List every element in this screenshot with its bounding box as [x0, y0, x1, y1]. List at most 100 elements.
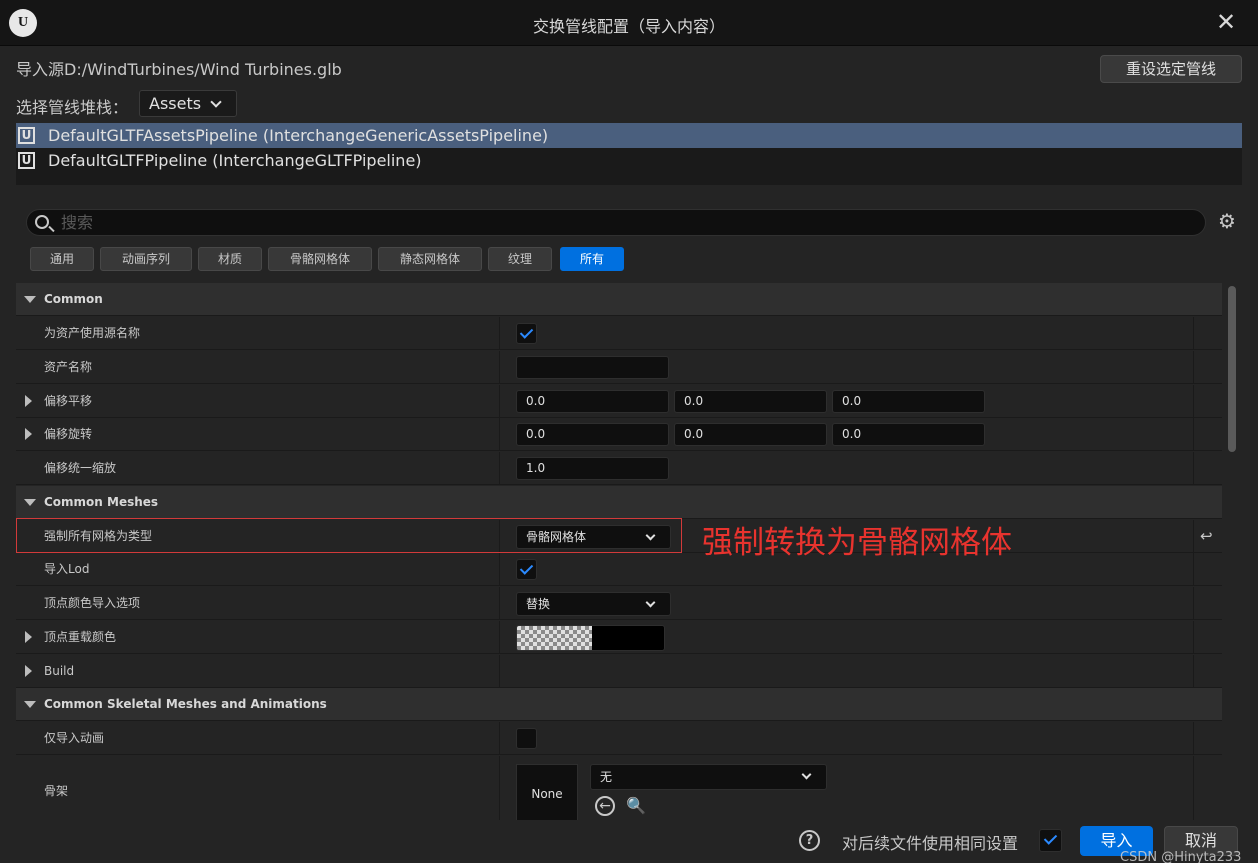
- collapse-icon: [24, 499, 36, 506]
- rotation-y-field[interactable]: 0.0: [674, 423, 827, 446]
- chevron-down-icon: [645, 530, 656, 541]
- expand-icon: [25, 665, 32, 677]
- annotation-text: 强制转换为骨骼网格体: [702, 525, 1012, 561]
- alpha-checker: [517, 626, 592, 650]
- vertex-color-option-select[interactable]: 替换: [516, 592, 671, 616]
- pipeline-item-gltf[interactable]: U DefaultGLTFPipeline (InterchangeGLTFPi…: [16, 148, 1242, 173]
- chevron-down-icon: [210, 96, 222, 108]
- import-source-label: 导入源D:/WindTurbines/Wind Turbines.glb: [16, 60, 342, 79]
- property-label: Build: [44, 664, 75, 678]
- force-mesh-type-select[interactable]: 骨骼网格体: [516, 525, 671, 549]
- unreal-icon: U: [18, 152, 35, 169]
- property-label: 顶点颜色导入选项: [44, 596, 141, 610]
- same-settings-label: 对后续文件使用相同设置: [842, 834, 1019, 853]
- filter-general[interactable]: 通用: [30, 247, 94, 271]
- category-label: Common Skeletal Meshes and Animations: [44, 697, 327, 711]
- property-label: 偏移统一缩放: [44, 461, 117, 475]
- pipeline-stack-select[interactable]: Assets: [139, 90, 237, 117]
- pipeline-item-assets[interactable]: U DefaultGLTFAssetsPipeline (Interchange…: [16, 123, 1242, 148]
- property-offset-rotation[interactable]: 偏移旋转 0.0 0.0 0.0: [16, 418, 1222, 451]
- property-build[interactable]: Build: [16, 655, 1222, 688]
- search-input[interactable]: [61, 210, 1161, 235]
- property-offset-translation[interactable]: 偏移平移 0.0 0.0 0.0: [16, 385, 1222, 418]
- filter-material[interactable]: 材质: [198, 247, 262, 271]
- check-icon: [1043, 831, 1058, 845]
- property-asset-name: 资产名称: [16, 351, 1222, 384]
- chevron-down-icon: [801, 769, 812, 780]
- translation-z-field[interactable]: 0.0: [832, 390, 985, 413]
- import-only-animations-checkbox[interactable]: [516, 728, 537, 749]
- search-icon: [35, 215, 49, 229]
- property-import-lod: 导入Lod: [16, 553, 1222, 586]
- property-offset-uniform-scale: 偏移统一缩放 1.0: [16, 452, 1222, 485]
- skeleton-thumbnail[interactable]: None: [516, 764, 578, 820]
- use-selected-asset-icon[interactable]: ←: [595, 796, 615, 816]
- reset-to-default-icon[interactable]: ↩: [1200, 529, 1213, 544]
- property-label: 导入Lod: [44, 562, 90, 576]
- search-bar: [26, 209, 1206, 236]
- category-common-skeletal[interactable]: Common Skeletal Meshes and Animations: [16, 688, 1222, 721]
- filter-anim-sequence[interactable]: 动画序列: [100, 247, 192, 271]
- check-icon: [519, 325, 534, 339]
- filter-static-mesh[interactable]: 静态网格体: [378, 247, 482, 271]
- skeleton-select[interactable]: 无: [590, 764, 827, 790]
- reset-selected-pipeline-button[interactable]: 重设选定管线: [1100, 55, 1242, 83]
- check-icon: [519, 561, 534, 575]
- uniform-scale-field[interactable]: 1.0: [516, 457, 669, 480]
- collapse-icon: [24, 296, 36, 303]
- pipeline-list: U DefaultGLTFAssetsPipeline (Interchange…: [16, 123, 1242, 185]
- rotation-z-field[interactable]: 0.0: [832, 423, 985, 446]
- expand-icon: [25, 631, 32, 643]
- use-source-name-checkbox[interactable]: [516, 323, 537, 344]
- vertex-color-option-value: 替换: [526, 597, 551, 611]
- watermark: CSDN @Hinyta233: [1120, 850, 1242, 863]
- scrollbar-thumb[interactable]: [1228, 286, 1236, 452]
- property-label: 为资产使用源名称: [44, 326, 141, 340]
- property-label: 顶点重载颜色: [44, 630, 117, 644]
- translation-y-field[interactable]: 0.0: [674, 390, 827, 413]
- pipeline-item-label: DefaultGLTFPipeline (InterchangeGLTFPipe…: [48, 151, 422, 170]
- property-vertex-color-option: 顶点颜色导入选项 替换: [16, 587, 1222, 620]
- browse-asset-icon[interactable]: 🔍: [626, 796, 646, 816]
- collapse-icon: [24, 701, 36, 708]
- property-skeleton: 骨架 None 无 ← 🔍: [16, 756, 1222, 820]
- property-label: 偏移旋转: [44, 427, 93, 441]
- skeleton-value: 无: [600, 770, 613, 784]
- asset-name-field[interactable]: [516, 356, 669, 379]
- property-label: 强制所有网格为类型: [44, 529, 153, 543]
- details-scrollbar[interactable]: [1226, 283, 1238, 820]
- footer-bar: ? 对后续文件使用相同设置 导入 取消 CSDN @Hinyta233: [0, 822, 1258, 863]
- import-lod-checkbox[interactable]: [516, 559, 537, 580]
- property-label: 偏移平移: [44, 394, 93, 408]
- expand-icon: [25, 428, 32, 440]
- pipeline-stack-value: Assets: [149, 94, 202, 113]
- filter-skeletal-mesh[interactable]: 骨骼网格体: [268, 247, 372, 271]
- category-label: Common: [44, 292, 103, 306]
- dialog-body: 导入源D:/WindTurbines/Wind Turbines.glb 重设选…: [0, 46, 1258, 863]
- translation-x-field[interactable]: 0.0: [516, 390, 669, 413]
- property-label: 资产名称: [44, 360, 93, 374]
- close-icon[interactable]: ✕: [1214, 10, 1238, 34]
- category-label: Common Meshes: [44, 495, 159, 509]
- filter-all[interactable]: 所有: [560, 247, 624, 271]
- help-icon[interactable]: ?: [799, 830, 820, 851]
- window-title: 交换管线配置（导入内容）: [532, 17, 725, 36]
- rotation-x-field[interactable]: 0.0: [516, 423, 669, 446]
- chevron-down-icon: [645, 597, 656, 608]
- category-common[interactable]: Common: [16, 283, 1222, 316]
- details-panel: Common 为资产使用源名称 资产名称 偏移平移 0.0 0.0 0.0 偏移…: [16, 283, 1222, 820]
- property-vertex-override-color[interactable]: 顶点重载颜色: [16, 621, 1222, 654]
- expand-icon: [25, 395, 32, 407]
- unreal-icon: U: [18, 127, 35, 144]
- force-mesh-type-value: 骨骼网格体: [526, 530, 587, 544]
- property-label: 骨架: [44, 784, 69, 798]
- category-common-meshes[interactable]: Common Meshes: [16, 486, 1222, 519]
- property-label: 仅导入动画: [44, 731, 105, 745]
- filter-texture[interactable]: 纹理: [488, 247, 552, 271]
- gear-icon[interactable]: ⚙: [1216, 210, 1238, 232]
- property-import-only-animations: 仅导入动画: [16, 722, 1222, 755]
- property-use-source-name: 为资产使用源名称: [16, 317, 1222, 350]
- same-settings-checkbox[interactable]: [1039, 829, 1062, 852]
- title-bar: U 交换管线配置（导入内容） ✕: [0, 0, 1258, 46]
- color-swatch[interactable]: [516, 625, 665, 651]
